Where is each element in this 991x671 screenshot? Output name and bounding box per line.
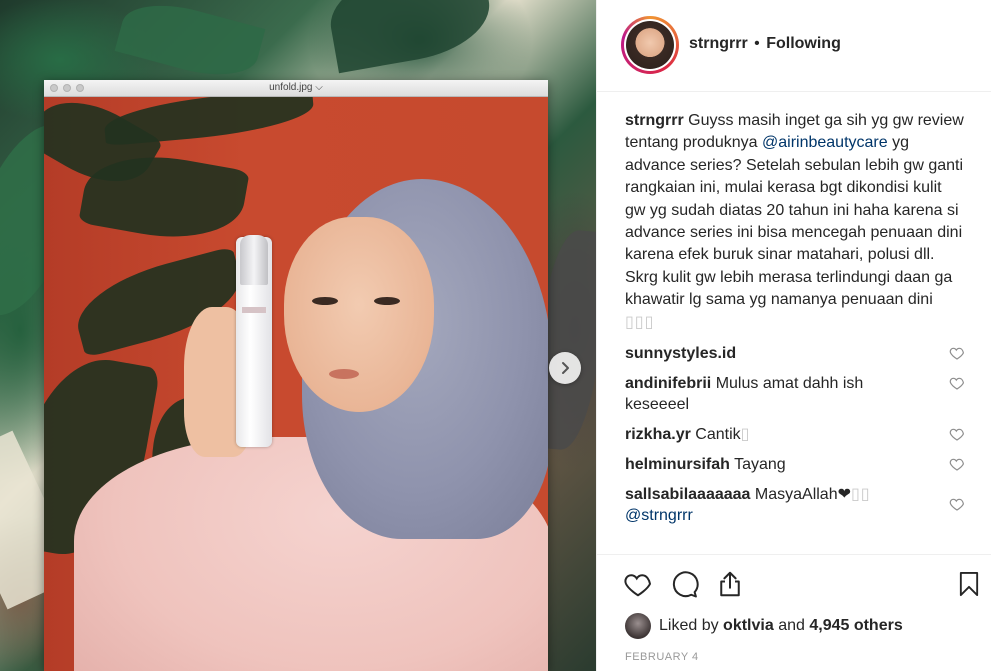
post-header: strngrrr • Following xyxy=(597,0,991,92)
chevron-right-icon xyxy=(562,362,569,374)
photo-window: unfold.jpg ⌵ xyxy=(44,80,548,671)
window-title: unfold.jpg ⌵ xyxy=(269,82,323,93)
header-user-line: strngrrr • Following xyxy=(689,35,841,53)
next-photo-button[interactable] xyxy=(549,352,581,384)
comment-username[interactable]: sallsabilaaaaaaa xyxy=(625,486,750,503)
heart-icon[interactable] xyxy=(623,569,653,599)
caption-mention-link[interactable]: @airinbeautycare xyxy=(762,134,888,151)
comment-emoji-glyphs: ▯▯ xyxy=(851,486,871,504)
comment-text: MasyaAllah❤ xyxy=(754,486,851,504)
person-face xyxy=(284,217,434,412)
comment-username[interactable]: andinifebrii xyxy=(625,375,711,392)
plant-leaf xyxy=(102,97,316,147)
comment-item: sallsabilaaaaaaa MasyaAllah❤▯▯ @strngrrr xyxy=(625,484,965,526)
comment-bubble-icon[interactable] xyxy=(669,569,699,599)
background-leaf xyxy=(114,0,266,88)
comment-username[interactable]: rizkha.yr xyxy=(625,426,691,443)
comment-username[interactable]: helminursifah xyxy=(625,456,730,473)
post-photo[interactable]: unfold.jpg ⌵ xyxy=(0,0,596,671)
comment-mention-link[interactable]: @strngrrr xyxy=(625,507,693,524)
likes-count[interactable]: 4,945 others xyxy=(809,617,902,634)
following-button[interactable]: Following xyxy=(766,35,841,52)
comment-like-heart-icon[interactable] xyxy=(949,345,965,361)
comment-item: rizkha.yr Cantik▯ xyxy=(625,424,965,445)
liker-username[interactable]: oktlvia xyxy=(723,617,774,634)
comment-like-heart-icon[interactable] xyxy=(949,426,965,442)
comment-like-heart-icon[interactable] xyxy=(949,496,965,512)
story-ring[interactable] xyxy=(621,16,679,74)
liked-by-prefix: Liked by xyxy=(659,617,719,634)
avatar[interactable] xyxy=(626,21,674,69)
serum-bottle-logo xyxy=(242,307,266,313)
comments-list[interactable]: strngrrr Guyss masih inget ga sih yg gw … xyxy=(597,92,991,554)
separator-dot: • xyxy=(754,35,760,52)
bookmark-icon[interactable] xyxy=(955,569,983,599)
liker-avatar[interactable] xyxy=(625,613,651,639)
post-caption: strngrrr Guyss masih inget ga sih yg gw … xyxy=(625,110,965,334)
comment-emoji-glyphs: ▯ xyxy=(740,426,751,444)
post-date[interactable]: FEBRUARY 4 xyxy=(625,651,699,663)
post-details-panel: strngrrr • Following strngrrr Guyss masi… xyxy=(596,0,991,671)
comment-text: Tayang xyxy=(734,456,786,474)
comment-username[interactable]: sunnystyles.id xyxy=(625,345,736,362)
person-eye xyxy=(312,297,338,305)
likes-summary: Liked by oktlvia and 4,945 others xyxy=(625,613,903,639)
caption-emoji-glyphs: ▯▯▯ xyxy=(625,313,655,331)
background-leaf xyxy=(323,0,497,74)
window-titlebar: unfold.jpg ⌵ xyxy=(44,80,548,97)
person-eye xyxy=(374,297,400,305)
caption-text-2: yg advance series? Setelah sebulan lebih… xyxy=(625,134,964,309)
comment-text: Cantik xyxy=(695,426,741,444)
comment-item: andinifebrii Mulus amat dahh ish keseeee… xyxy=(625,373,965,415)
action-bar xyxy=(623,569,745,599)
liked-by-middle: and xyxy=(778,617,805,634)
photo-scene xyxy=(44,97,548,671)
comment-item: sunnystyles.id xyxy=(625,343,965,364)
comment-item: helminursifah Tayang xyxy=(625,454,965,475)
header-username[interactable]: strngrrr xyxy=(689,35,748,52)
comment-like-heart-icon[interactable] xyxy=(949,375,965,391)
post-footer: Liked by oktlvia and 4,945 others FEBRUA… xyxy=(597,554,991,671)
serum-bottle-cap xyxy=(240,235,268,285)
comment-like-heart-icon[interactable] xyxy=(949,456,965,472)
share-icon[interactable] xyxy=(715,569,745,599)
person-lips xyxy=(329,369,359,379)
caption-author[interactable]: strngrrr xyxy=(625,112,684,129)
